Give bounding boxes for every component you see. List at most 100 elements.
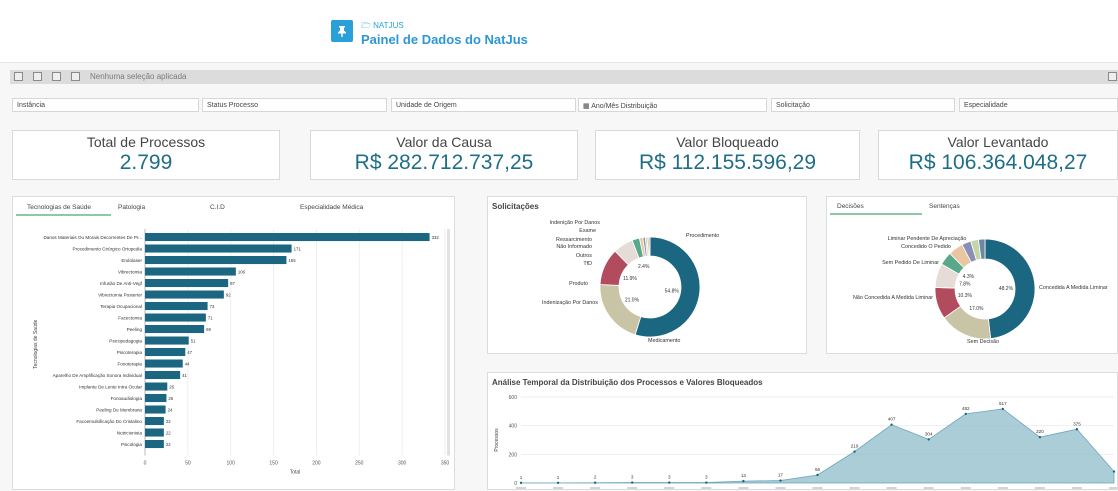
bar [145, 382, 168, 391]
bar-value-label: 332 [432, 235, 440, 240]
slice-category-label: Indenização Por Danos [542, 300, 598, 306]
slice-value-label: 7.8% [959, 281, 971, 287]
slice-category-label: Medicamento [648, 338, 680, 344]
bar [145, 428, 164, 437]
category-label: Procedimento Cirúrgico Ortopedia [73, 247, 143, 252]
category-label: Psicopedagogia [109, 339, 142, 344]
solicitacoes-donut-chart[interactable]: 54.8% 21.0% 11.9%2.4% Procedimento Medicamen… [488, 213, 806, 353]
bar [145, 256, 287, 265]
data-point [1112, 470, 1116, 473]
y-tick-label: 600 [509, 395, 518, 401]
data-point [556, 481, 560, 485]
y-axis-title: Tecnologias de Saúde [33, 319, 39, 368]
step-back-icon[interactable] [33, 72, 42, 81]
tab-cid[interactable]: C.I.D [210, 204, 225, 211]
page-title: Painel de Dados do NatJus [361, 32, 528, 47]
y-tick-label: 0 [514, 481, 517, 487]
tab-sentencas[interactable]: Sentenças [929, 203, 960, 210]
slice-category-label: Não Informado [556, 244, 592, 250]
slice-category-label: Concedida A Medida Liminar [1039, 285, 1108, 291]
slice-value-label: 21.0% [625, 298, 640, 304]
bar [145, 359, 183, 368]
slice-value-label: 17.0% [969, 306, 984, 312]
filter-ano-mes[interactable]: ▦ Ano/Mês Distribuição [578, 98, 767, 112]
point-value-label: 320 [1036, 429, 1044, 434]
category-label: Fonoaudiologia [111, 396, 143, 401]
active-tab-indicator [16, 214, 111, 216]
tab-especialidade-medica[interactable]: Especialidade Médica [300, 204, 363, 211]
data-point [1001, 407, 1005, 411]
filter-solicitacao[interactable]: Solicitação [771, 98, 955, 112]
slice-category-label: Liminar Pendente De Apreciação [888, 236, 967, 242]
bar-value-label: 22 [166, 442, 171, 447]
kpi-valor-causa: Valor da Causa R$ 282.712.737,25 [310, 130, 578, 180]
data-point [519, 481, 523, 485]
data-point [705, 481, 708, 484]
category-label: Peeling [127, 327, 143, 332]
data-point [668, 481, 671, 484]
category-label: Endolaser [121, 258, 142, 263]
x-tick-label: 300 [398, 461, 407, 467]
filter-status-processo[interactable]: Status Processo [202, 98, 387, 112]
filter-unidade-origem[interactable]: Unidade de Origem [391, 98, 576, 112]
kpi-value: R$ 112.155.596,29 [638, 151, 817, 174]
point-value-label: 2 [594, 475, 597, 480]
slice-category-label: Ressarcimento [556, 237, 592, 243]
x-tick-label: 100 [227, 461, 236, 467]
filter-especialidade[interactable]: Especialidade [959, 98, 1118, 112]
point-value-label: 3 [631, 475, 634, 480]
slice-value-label: 54.8% [665, 288, 680, 294]
slice-category-label: Exame [579, 228, 596, 234]
donut-slice [648, 236, 651, 257]
pin-icon[interactable] [331, 20, 353, 42]
tab-decisoes[interactable]: Decisões [837, 203, 864, 210]
decisoes-donut-chart[interactable]: 48.2% 17.0% 10.3% 7.8%4.3% Concedida A Medid… [827, 215, 1117, 353]
vertical-scrollbar [447, 229, 450, 456]
temporal-area-chart[interactable]: 0 200 400 600 1 1 2 3 3 3 13 17 56 219 407 304 482 517 320… [488, 389, 1117, 491]
point-value-label: 517 [999, 401, 1007, 406]
slice-category-label: Outros [576, 253, 592, 259]
bar [145, 417, 164, 426]
y-tick-label: 200 [509, 452, 518, 458]
slice-category-label: Concedido O Pedido [901, 244, 951, 250]
decisoes-panel: Decisões Sentenças 48.2% 17.0% 10.3% 7.8% 4.… [826, 196, 1118, 354]
tab-tecnologias[interactable]: Tecnologias de Saúde [27, 204, 91, 211]
bar [145, 313, 206, 322]
x-tick-label: 0 [144, 461, 147, 467]
brand-small-text: NATJUS [373, 21, 404, 30]
point-value-label: 375 [1073, 421, 1081, 426]
category-label: Aparelho De Amplificação Sonora Individu… [53, 373, 142, 378]
calendar-icon: ▦ [583, 103, 592, 110]
bar-value-label: 92 [226, 293, 231, 298]
grid-menu-icon[interactable] [1108, 72, 1117, 81]
filter-instancia[interactable]: Instância [12, 98, 199, 112]
smart-search-icon[interactable] [14, 72, 23, 81]
data-point [853, 450, 856, 453]
data-point [816, 473, 819, 477]
category-label: Vibrectomia [118, 270, 143, 275]
bar [145, 267, 236, 276]
bar-value-label: 71 [208, 316, 213, 321]
point-value-label: 304 [925, 431, 933, 436]
bar-value-label: 25 [168, 396, 173, 401]
tecnologias-bar-chart[interactable]: 0 50 100 150 200 250 300 350 Danos Materiais Ou … [13, 217, 454, 489]
bar [145, 325, 205, 334]
category-label: Facectomia [118, 316, 142, 321]
x-tick-label: 50 [185, 461, 191, 467]
bar [145, 233, 430, 242]
point-value-label: 1 [557, 475, 560, 480]
slice-value-label: 2.4% [638, 264, 650, 270]
bar [145, 244, 292, 253]
y-tick-label: 400 [509, 424, 518, 430]
slice-value-label: 4.3% [963, 274, 975, 280]
point-value-label: 17 [778, 473, 784, 478]
bar [145, 336, 189, 345]
point-value-label: 3 [705, 475, 708, 480]
tab-patologia[interactable]: Patologia [118, 204, 145, 211]
clear-selections-icon[interactable] [71, 72, 80, 81]
category-label: Psicoterapia [117, 350, 143, 355]
bar [145, 405, 166, 414]
bar-value-label: 22 [166, 431, 171, 436]
bar-value-label: 171 [294, 247, 302, 252]
step-forward-icon[interactable] [52, 72, 61, 81]
